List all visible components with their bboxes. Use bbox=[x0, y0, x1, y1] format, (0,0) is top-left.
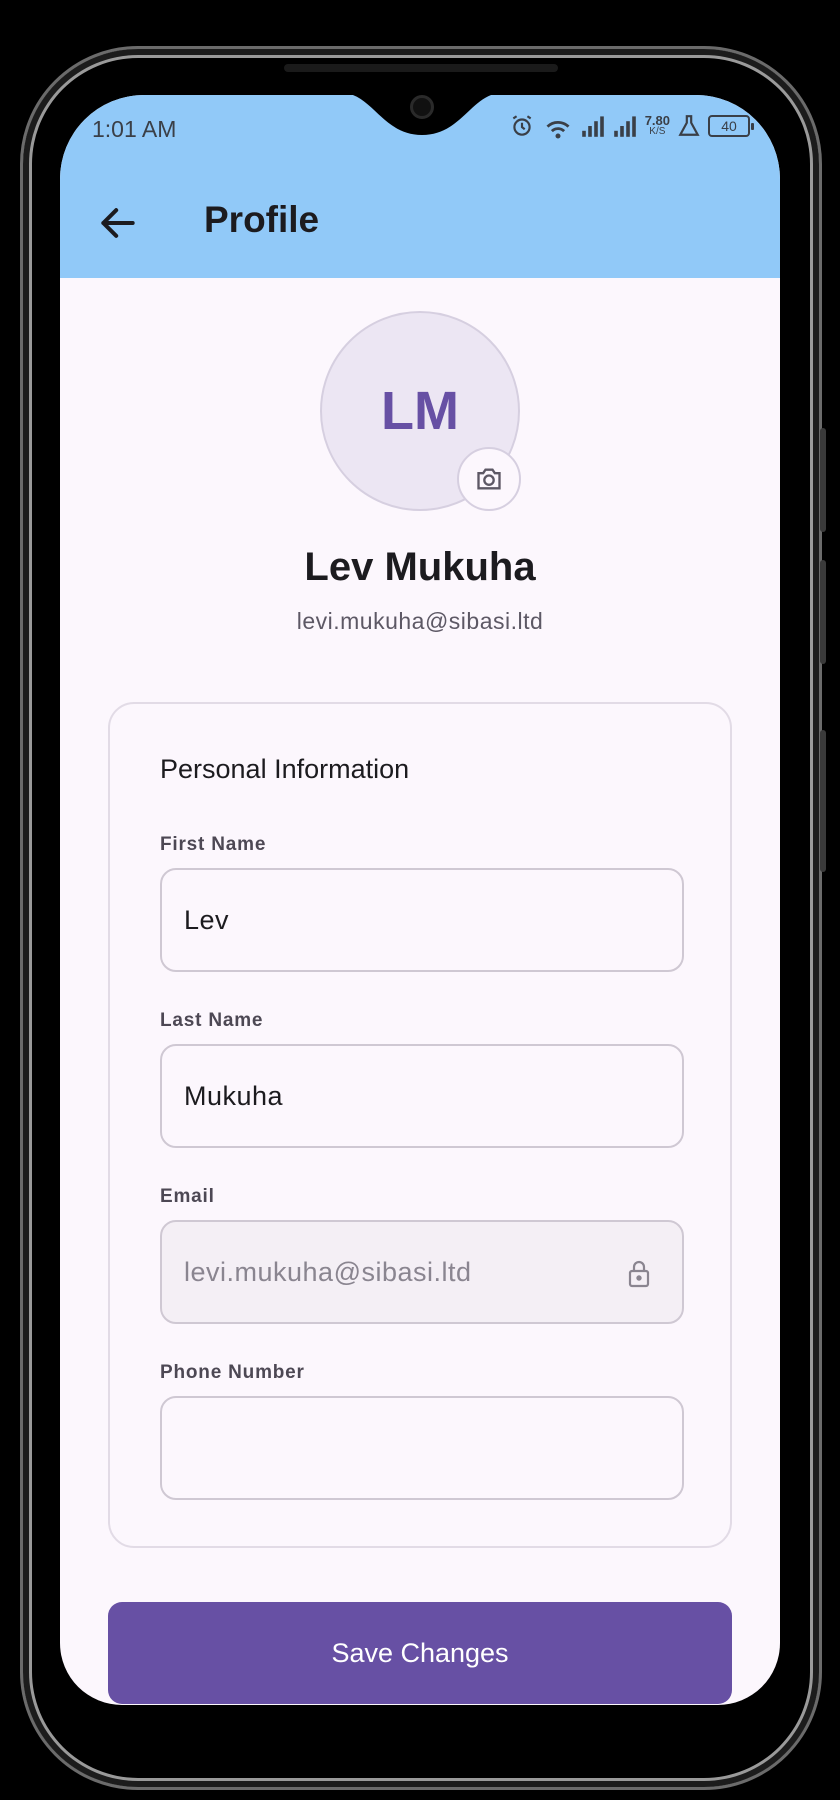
profile-name: Lev Mukuha bbox=[304, 545, 536, 589]
status-icons: 7.80 K/S 40 bbox=[509, 113, 754, 139]
email-input bbox=[162, 1222, 682, 1322]
change-photo-button[interactable] bbox=[457, 447, 521, 511]
status-time: 1:01 AM bbox=[92, 116, 177, 142]
last-name-label: Last Name bbox=[160, 1010, 264, 1031]
app-screen: 1:01 AM 7.80 K/S 40 Profile LM Lev Mukuh… bbox=[60, 95, 780, 1705]
battery-icon: 40 bbox=[708, 115, 754, 137]
signal-icon-2 bbox=[613, 116, 636, 137]
section-title: Personal Information bbox=[160, 754, 410, 784]
wifi-icon bbox=[546, 120, 570, 139]
last-name-field[interactable] bbox=[160, 1044, 684, 1148]
personal-information-card: Personal Information First Name Last Nam… bbox=[108, 702, 732, 1548]
volume-down-button bbox=[820, 560, 826, 664]
first-name-input[interactable] bbox=[162, 870, 682, 970]
lock-icon bbox=[628, 1260, 650, 1288]
phone-number-field[interactable] bbox=[160, 1396, 684, 1500]
email-label: Email bbox=[160, 1186, 215, 1207]
power-button bbox=[820, 730, 826, 872]
profile-email: levi.mukuha@sibasi.ltd bbox=[296, 608, 544, 634]
front-camera bbox=[410, 95, 434, 119]
first-name-field[interactable] bbox=[160, 868, 684, 972]
earpiece-speaker bbox=[284, 64, 558, 72]
arrow-left-icon[interactable] bbox=[96, 201, 140, 245]
save-changes-button[interactable]: Save Changes bbox=[108, 1602, 732, 1704]
email-field bbox=[160, 1220, 684, 1324]
camera-icon bbox=[477, 468, 501, 490]
signal-icon bbox=[581, 116, 604, 137]
first-name-label: First Name bbox=[160, 834, 267, 855]
avatar-initials: LM bbox=[381, 381, 459, 441]
last-name-input[interactable] bbox=[162, 1046, 682, 1146]
battery-level: 40 bbox=[721, 118, 737, 134]
volume-up-button bbox=[820, 428, 826, 532]
alarm-icon bbox=[512, 115, 531, 136]
phone-number-input[interactable] bbox=[162, 1398, 682, 1498]
flask-icon bbox=[678, 115, 700, 136]
network-speed: 7.80 K/S bbox=[644, 113, 670, 137]
phone-number-label: Phone Number bbox=[160, 1362, 305, 1383]
page-title: Profile bbox=[204, 199, 320, 240]
